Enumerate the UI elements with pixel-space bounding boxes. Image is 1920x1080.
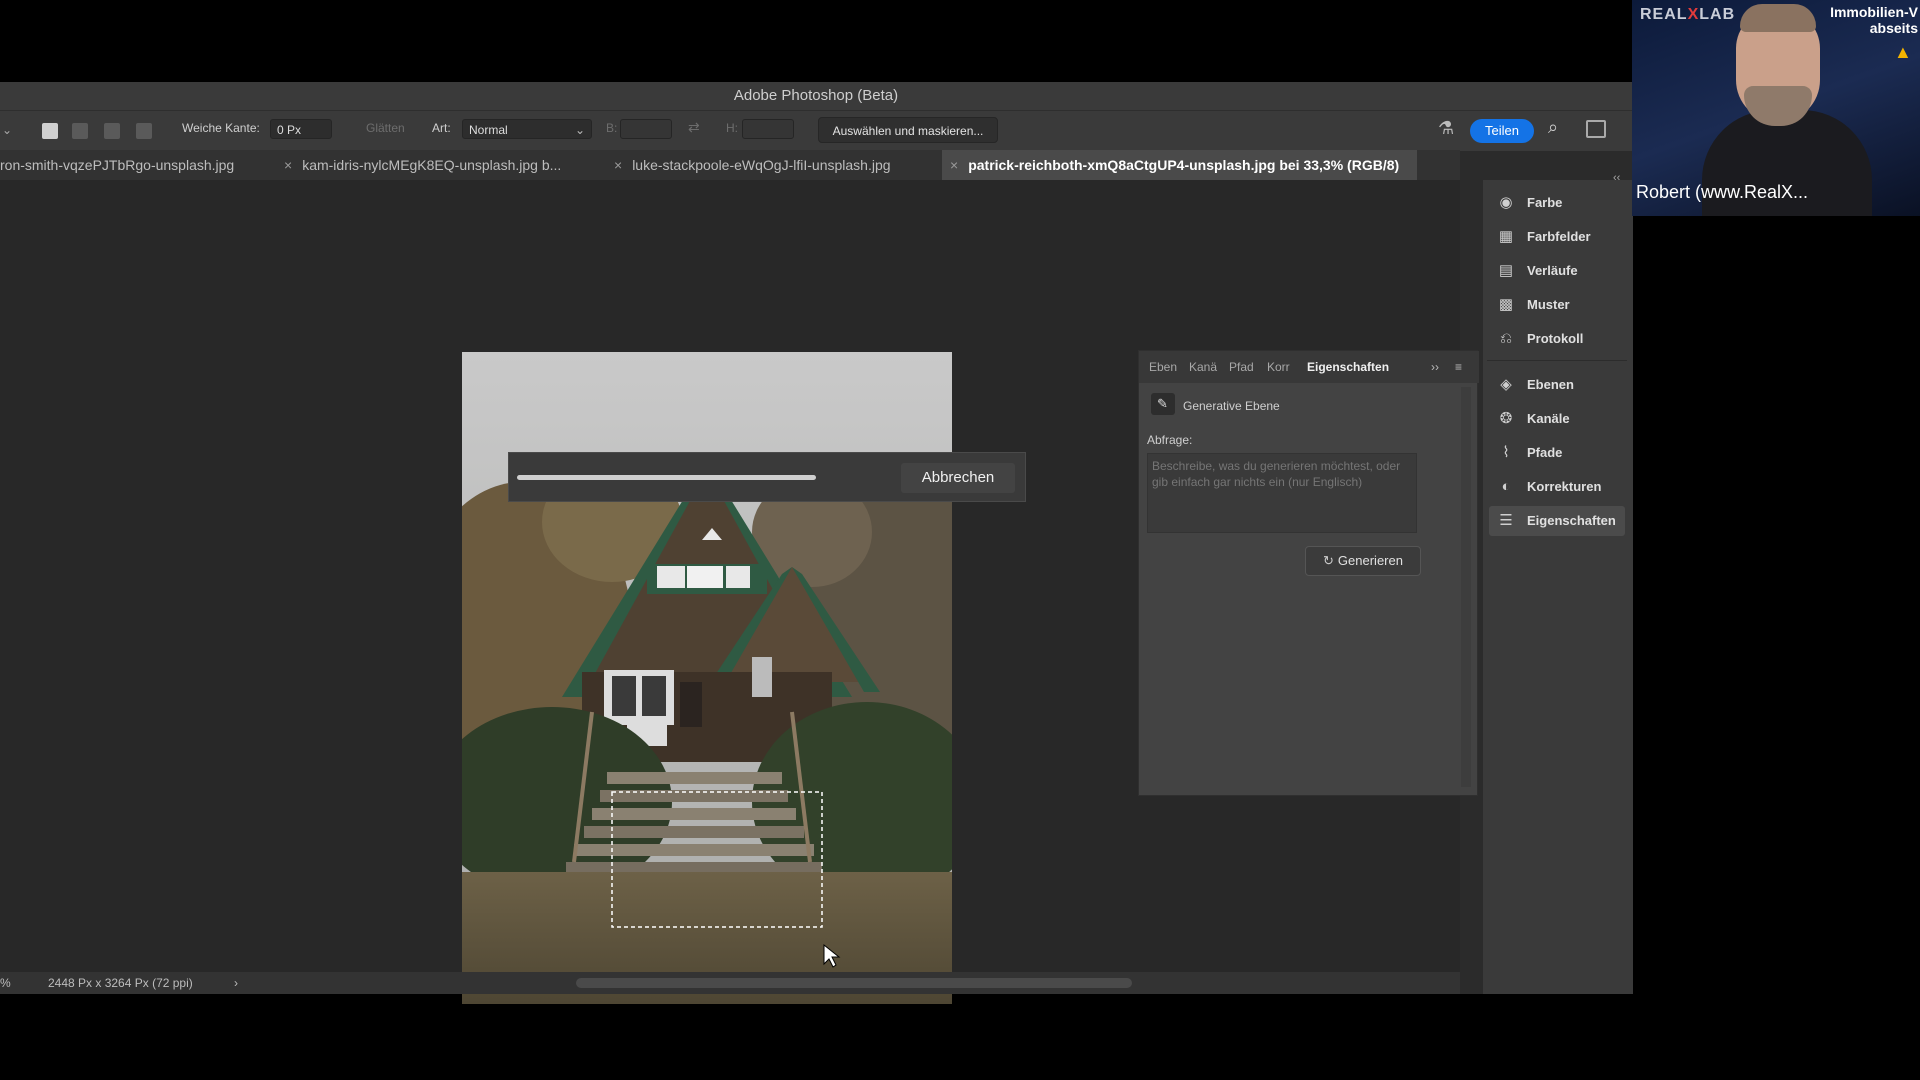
new-selection-icon[interactable] [42, 123, 58, 139]
dock-item-protokoll[interactable]: ⎌ Protokoll [1489, 324, 1625, 354]
dock-item-farbfelder[interactable]: ▦ Farbfelder [1489, 222, 1625, 252]
tab-channels[interactable]: Kanä [1189, 360, 1217, 374]
adjustments-icon: ◐ [1501, 478, 1511, 495]
select-and-mask-button[interactable]: Auswählen und maskieren... [818, 117, 998, 143]
dock-divider [1487, 360, 1627, 361]
webcam-overlay: REALXLAB Immobilien-V abseits ▲ Robert (… [1632, 0, 1920, 216]
gradient-icon: ▤ [1498, 262, 1514, 279]
tab-paths[interactable]: Pfad [1229, 360, 1254, 374]
document-image[interactable] [462, 352, 952, 1004]
zoom-level[interactable]: % [0, 972, 11, 994]
style-select[interactable]: Normal ⌄ [462, 119, 592, 139]
chevron-down-icon: ⌄ [574, 123, 585, 137]
document-tabs: ron-smith-vqzePJTbRgo-unsplash.jpg × kam-… [0, 150, 1460, 180]
pattern-icon: ▩ [1498, 296, 1514, 313]
channel-caption: Immobilien-V abseits [1830, 4, 1918, 36]
prompt-input[interactable] [1147, 453, 1417, 533]
status-arrow-icon[interactable]: › [234, 972, 238, 994]
expand-panel-icon[interactable]: ›› [1431, 360, 1439, 374]
prompt-label: Abfrage: [1147, 433, 1193, 447]
palette-icon: ◉ [1499, 194, 1513, 211]
layer-type-label: Generative Ebene [1183, 399, 1280, 413]
share-button[interactable]: Teilen [1470, 119, 1534, 143]
paths-icon: ⌇ [1502, 444, 1510, 461]
options-bar: ⌄ Weiche Kante: 0 Px Glätten Art: Normal… [0, 110, 1632, 151]
tab-layers[interactable]: Eben [1149, 360, 1177, 374]
dock-item-farbe[interactable]: ◉ Farbe [1489, 188, 1625, 218]
tool-preset-chevron-icon[interactable]: ⌄ [2, 123, 12, 137]
photoshop-window: Adobe Photoshop (Beta) ⌄ Weiche Kante: 0… [0, 82, 1633, 1004]
feather-label: Weiche Kante: [182, 121, 260, 135]
close-icon[interactable]: × [284, 157, 292, 173]
width-label: B: [606, 121, 618, 135]
properties-icon: ☰ [1499, 512, 1513, 529]
height-input[interactable] [742, 119, 794, 139]
height-label: H: [726, 121, 738, 135]
dock-item-kanaele[interactable]: ❂ Kanäle [1489, 404, 1625, 434]
document-info: 2448 Px x 3264 Px (72 ppi) [48, 976, 193, 990]
properties-panel: Eben Kanä Pfad Korr Eigenschaften ›› ≡ ✎… [1138, 350, 1479, 796]
panel-scrollbar[interactable] [1461, 387, 1471, 787]
close-icon[interactable]: × [614, 157, 622, 173]
dock-item-eigenschaften[interactable]: ☰ Eigenschaften [1489, 506, 1625, 536]
presenter-hair [1740, 4, 1816, 32]
horizontal-scrollbar[interactable] [576, 978, 1132, 988]
dock-item-korrekturen[interactable]: ◐ Korrekturen [1489, 472, 1625, 502]
generative-layer-icon: ✎ [1151, 393, 1175, 415]
dock-item-verlaeufe[interactable]: ▤ Verläufe [1489, 256, 1625, 286]
tab-document-3[interactable]: × luke-stackpoole-eWqOgJ-lfiI-unsplash.jp… [614, 150, 891, 180]
antialias-checkbox[interactable]: Glätten [366, 121, 405, 135]
dock-item-ebenen[interactable]: ◈ Ebenen [1489, 370, 1625, 400]
tab-properties[interactable]: Eigenschaften [1307, 360, 1389, 374]
brand-mark-icon: ▲ [1894, 42, 1912, 62]
search-icon[interactable]: ⌕ [1548, 117, 1558, 138]
swatches-icon: ▦ [1498, 228, 1514, 245]
refresh-icon: ↻ [1323, 553, 1334, 568]
window-title: Adobe Photoshop (Beta) [733, 87, 899, 104]
tab-document-4[interactable]: × patrick-reichboth-xmQ8aCtgUP4-unsplash.… [942, 150, 1418, 180]
flask-icon[interactable]: ⚗ [1438, 118, 1454, 139]
close-icon[interactable]: × [950, 157, 958, 173]
generate-button[interactable]: ↻ Generieren [1305, 546, 1421, 576]
intersect-selection-icon[interactable] [136, 123, 152, 139]
tab-document-1[interactable]: ron-smith-vqzePJTbRgo-unsplash.jpg [0, 150, 234, 180]
swap-icon[interactable]: ⇄ [688, 119, 700, 136]
workspace-icon[interactable] [1586, 120, 1606, 138]
width-input[interactable] [620, 119, 672, 139]
panel-menu-icon[interactable]: ≡ [1455, 360, 1462, 374]
channels-icon: ❂ [1499, 410, 1513, 427]
presenter-name: Robert (www.RealX... [1636, 182, 1809, 202]
cancel-button[interactable]: Abbrechen [901, 463, 1015, 493]
panel-tabs: Eben Kanä Pfad Korr Eigenschaften ›› ≡ [1139, 351, 1479, 383]
tab-adjustments[interactable]: Korr [1267, 360, 1290, 374]
title-bar: Adobe Photoshop (Beta) [0, 82, 1632, 110]
tab-document-2[interactable]: × kam-idris-nylcMEgK8EQ-unsplash.jpg b... [284, 150, 561, 180]
progress-bar [517, 475, 816, 480]
style-label: Art: [432, 121, 451, 135]
subtract-selection-icon[interactable] [104, 123, 120, 139]
right-dock: ‹‹ ◉ Farbe ▦ Farbfelder ▤ Verläufe ▩ Muster … [1482, 172, 1633, 994]
feather-input[interactable]: 0 Px [270, 119, 332, 139]
add-selection-icon[interactable] [72, 123, 88, 139]
dock-item-muster[interactable]: ▩ Muster [1489, 290, 1625, 320]
channel-logo: REALXLAB [1640, 6, 1736, 23]
collapse-dock-icon[interactable]: ‹‹ [1613, 172, 1620, 184]
generation-progress-dialog: Abbrechen [508, 452, 1026, 502]
layers-icon: ◈ [1500, 376, 1512, 393]
dock-item-pfade[interactable]: ⌇ Pfade [1489, 438, 1625, 468]
history-icon: ⎌ [1499, 330, 1512, 347]
